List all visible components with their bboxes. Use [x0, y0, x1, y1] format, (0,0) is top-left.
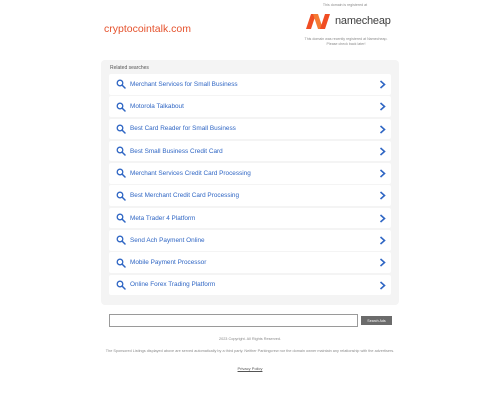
chevron-right-icon [379, 80, 386, 89]
search-form: Search Ads [109, 314, 392, 327]
namecheap-logo[interactable]: namecheap [305, 11, 391, 31]
list-item-label: Meta Trader 4 Platform [130, 214, 196, 222]
list-item-label: Mobile Payment Processor [130, 259, 207, 267]
registrar-subtext: This domain was recently registered at N… [286, 37, 406, 46]
list-item[interactable]: Merchant Services for Small Business [109, 74, 391, 95]
list-item[interactable]: Meta Trader 4 Platform [109, 207, 391, 229]
list-item[interactable]: Best Small Business Credit Card [109, 140, 391, 162]
list-item[interactable]: Best Merchant Credit Card Processing [109, 185, 391, 206]
search-icon [116, 146, 126, 156]
disclaimer-text: The Sponsored Listings displayed above a… [105, 349, 395, 353]
search-icon [116, 79, 126, 89]
search-icon [116, 168, 126, 179]
chevron-right-icon [379, 214, 386, 223]
registrar-subtext-line2: Please check back later! [326, 41, 366, 46]
search-icon [116, 124, 126, 134]
search-icon [116, 235, 126, 246]
chevron-right-icon [379, 191, 386, 201]
list-item-label: Best Merchant Credit Card Processing [130, 192, 240, 200]
search-ads-button[interactable]: Search Ads [361, 316, 392, 325]
chevron-right-icon [379, 236, 386, 245]
namecheap-wordmark: namecheap [335, 15, 391, 27]
list-item[interactable]: Mobile Payment Processor [109, 252, 391, 273]
search-icon [116, 213, 126, 223]
registrar-note: This domain is registered at [322, 3, 368, 7]
search-input[interactable] [109, 314, 358, 327]
chevron-right-icon [379, 147, 386, 156]
search-icon [116, 102, 126, 112]
list-item[interactable]: Motorola Talkabout [109, 96, 391, 117]
privacy-policy-link[interactable]: Privacy Policy [0, 366, 500, 371]
chevron-right-icon [379, 102, 386, 111]
related-searches-list: Merchant Services for Small Business Mot… [109, 74, 391, 297]
list-item-label: Motorola Talkabout [130, 103, 184, 111]
list-item[interactable]: Online Forex Trading Platform [109, 274, 391, 296]
list-item-label: Best Small Business Credit Card [130, 147, 223, 155]
namecheap-n-icon [306, 13, 330, 29]
list-item[interactable]: Merchant Services Credit Card Processing [109, 163, 391, 184]
search-icon [116, 191, 126, 201]
chevron-right-icon [379, 169, 386, 178]
chevron-right-icon [379, 258, 386, 267]
list-item-label: Merchant Services Credit Card Processing [130, 169, 251, 177]
domain-name: cryptocointalk.com [104, 23, 191, 35]
list-item[interactable]: Send Ach Payment Online [109, 230, 391, 251]
copyright-text: 2023 Copyright. All Rights Reserved. [218, 337, 282, 341]
list-item-label: Online Forex Trading Platform [130, 281, 216, 289]
chevron-right-icon [379, 281, 386, 290]
list-item-label: Send Ach Payment Online [130, 236, 205, 244]
list-item-label: Merchant Services for Small Business [130, 80, 238, 88]
list-item[interactable]: Best Card Reader for Small Business [109, 118, 391, 140]
search-icon [116, 258, 126, 268]
list-item-label: Best Card Reader for Small Business [130, 125, 236, 133]
related-searches-panel: Related searches Merchant Services for S… [101, 60, 399, 305]
chevron-right-icon [379, 124, 386, 134]
related-searches-heading: Related searches [110, 65, 149, 71]
search-icon [116, 280, 126, 290]
